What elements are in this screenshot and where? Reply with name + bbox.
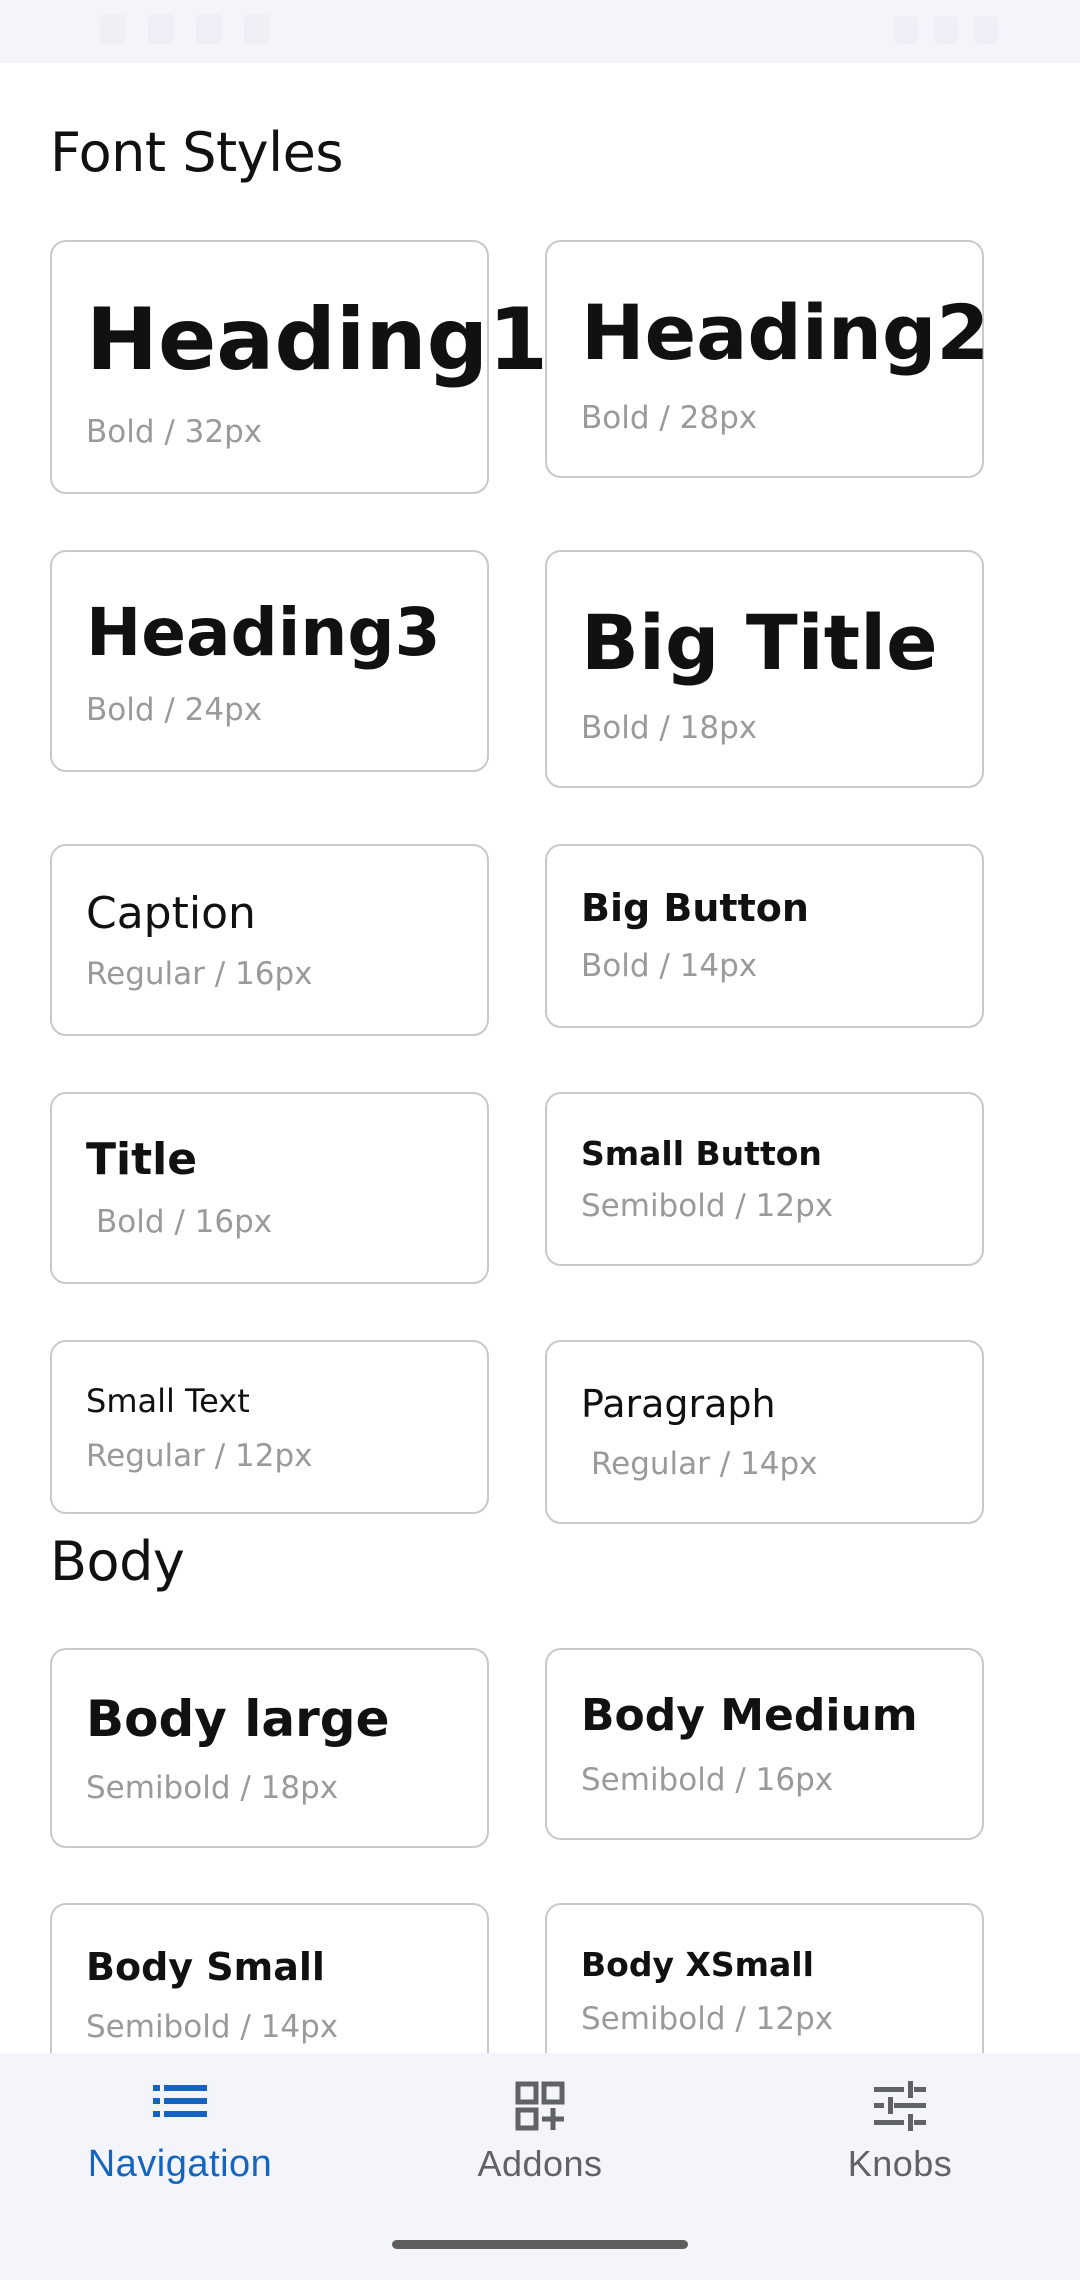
card-body-large[interactable]: Body large Semibold / 18px: [50, 1648, 489, 1848]
card-title[interactable]: Title Bold / 16px: [50, 1092, 489, 1284]
home-indicator[interactable]: [392, 2240, 688, 2249]
card-big-title[interactable]: Big Title Bold / 18px: [545, 550, 984, 788]
nav-label: Knobs: [847, 2143, 953, 2184]
card-body-small[interactable]: Body Small Semibold / 14px: [50, 1903, 489, 2053]
card-spec: Regular / 12px: [86, 1438, 313, 1474]
scroll-content[interactable]: Font Styles Heading1 Bold / 32px Heading…: [0, 63, 1080, 2053]
card-spec: Bold / 28px: [581, 400, 758, 436]
card-name: Caption: [86, 888, 256, 939]
status-bar: [0, 0, 1080, 63]
card-spec: Semibold / 16px: [581, 1762, 834, 1798]
card-heading1[interactable]: Heading1 Bold / 32px: [50, 240, 548, 494]
card-name: Heading2: [581, 288, 990, 377]
card-small-button[interactable]: Small Button Semibold / 12px: [545, 1092, 984, 1266]
card-spec: Bold / 16px: [96, 1204, 273, 1240]
nav-item-navigation[interactable]: Navigation: [0, 2053, 360, 2213]
grid-add-icon: [515, 2081, 565, 2136]
card-paragraph[interactable]: Paragraph Regular / 14px: [545, 1340, 984, 1524]
card-name: Heading1: [86, 290, 548, 390]
card-heading3[interactable]: Heading3 Bold / 24px: [50, 550, 489, 772]
card-name: Small Button: [581, 1134, 822, 1173]
card-body-xsmall[interactable]: Body XSmall Semibold / 12px: [545, 1903, 984, 2053]
card-spec: Regular / 14px: [591, 1446, 818, 1482]
card-body-medium[interactable]: Body Medium Semibold / 16px: [545, 1648, 984, 1840]
card-spec: Bold / 18px: [581, 710, 758, 746]
section-title-body: Body: [50, 1530, 185, 1593]
card-spec: Semibold / 12px: [581, 1188, 834, 1224]
card-big-button[interactable]: Big Button Bold / 14px: [545, 844, 984, 1028]
card-name: Small Text: [86, 1382, 250, 1420]
card-spec: Bold / 14px: [581, 948, 758, 984]
card-name: Big Title: [581, 598, 938, 687]
card-spec: Regular / 16px: [86, 956, 313, 992]
card-name: Paragraph: [581, 1382, 776, 1426]
card-spec: Bold / 24px: [86, 692, 263, 728]
nav-label: Navigation: [87, 2143, 273, 2185]
card-small-text[interactable]: Small Text Regular / 12px: [50, 1340, 489, 1514]
sliders-icon: [874, 2081, 926, 2136]
nav-item-knobs[interactable]: Knobs: [720, 2053, 1080, 2213]
section-title-font-styles: Font Styles: [50, 121, 344, 184]
card-name: Title: [86, 1134, 198, 1185]
card-caption[interactable]: Caption Regular / 16px: [50, 844, 489, 1036]
card-spec: Semibold / 18px: [86, 1770, 339, 1806]
status-right-icons: [894, 16, 998, 44]
card-name: Heading3: [86, 594, 441, 671]
nav-label: Addons: [477, 2143, 603, 2184]
status-left-icons: [100, 14, 270, 44]
card-spec: Semibold / 14px: [86, 2009, 339, 2045]
nav-item-addons[interactable]: Addons: [360, 2053, 720, 2213]
card-heading2[interactable]: Heading2 Bold / 28px: [545, 240, 989, 478]
card-spec: Bold / 32px: [86, 414, 263, 450]
card-name: Body XSmall: [581, 1945, 814, 1984]
card-name: Big Button: [581, 886, 809, 930]
card-spec: Semibold / 12px: [581, 2001, 834, 2037]
card-name: Body large: [86, 1690, 390, 1748]
list-icon: [153, 2081, 207, 2126]
card-name: Body Medium: [581, 1690, 918, 1741]
card-name: Body Small: [86, 1945, 325, 1989]
